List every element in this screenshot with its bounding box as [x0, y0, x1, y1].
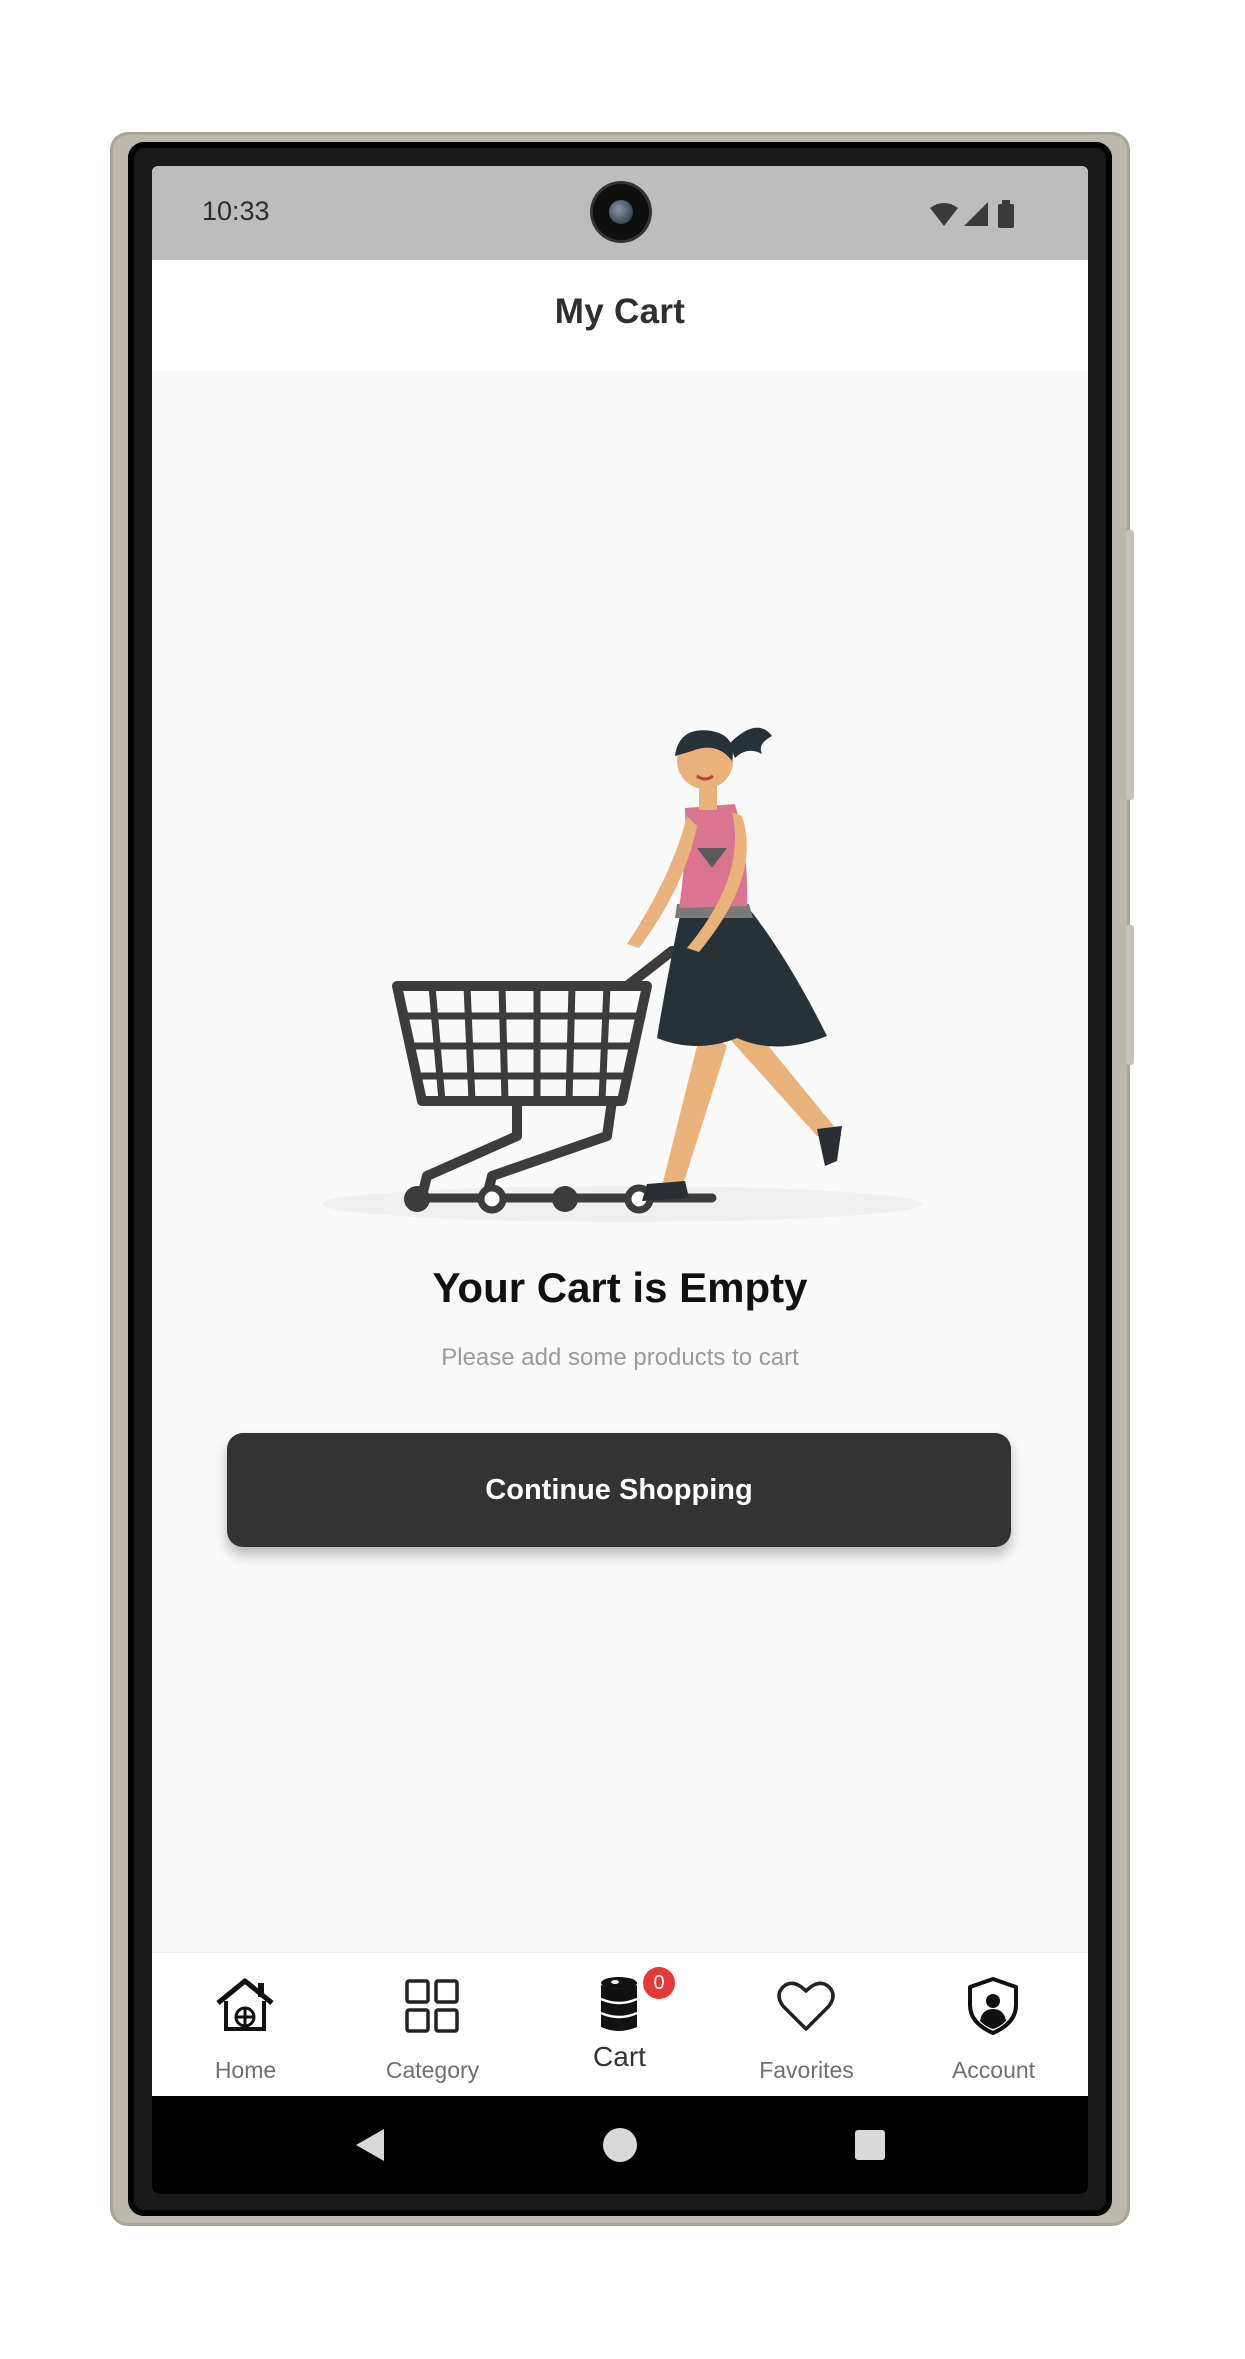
- nav-label-favorites: Favorites: [759, 2057, 854, 2083]
- empty-cart-subtitle: Please add some products to cart: [441, 1344, 799, 1371]
- app-bar: My Cart: [152, 260, 1088, 370]
- empty-cart-title: Your Cart is Empty: [432, 1264, 808, 1311]
- nav-item-home[interactable]: Home: [152, 1953, 339, 2097]
- heart-icon: [777, 1981, 835, 2031]
- status-time: 10:33: [202, 196, 270, 226]
- status-bar: 10:33: [152, 166, 1088, 260]
- system-nav-bar: [152, 2096, 1088, 2194]
- nav-item-favorites[interactable]: Favorites: [713, 1953, 900, 2097]
- screen: 10:33 My Cart Your Cart is Empty Please …: [152, 166, 1088, 2194]
- nav-item-category[interactable]: Category: [339, 1953, 526, 2097]
- power-button: [1126, 925, 1134, 1065]
- back-icon[interactable]: [352, 2126, 388, 2164]
- recents-icon[interactable]: [854, 2129, 886, 2161]
- home-icon: [216, 1978, 274, 2031]
- nav-item-account[interactable]: Account: [900, 1953, 1087, 2097]
- nav-label-account: Account: [951, 2057, 1036, 2083]
- volume-button: [1126, 530, 1134, 800]
- nav-label-category: Category: [385, 2057, 480, 2083]
- nav-label-home: Home: [214, 2057, 277, 2083]
- camera-icon: [593, 184, 649, 240]
- shopping-cart-icon: [392, 946, 717, 1203]
- cart-barrel-icon: [600, 1977, 638, 2031]
- status-icons: [930, 200, 1014, 228]
- empty-cart-illustration: [322, 727, 922, 1222]
- nav-item-cart[interactable]: 0 Cart: [526, 1953, 713, 2097]
- home-circle-icon[interactable]: [601, 2126, 639, 2164]
- grid-icon: [405, 1979, 459, 2033]
- cart-count-badge: 0: [643, 1967, 675, 1999]
- page-title: My Cart: [554, 292, 686, 331]
- battery-icon: [998, 200, 1014, 228]
- bottom-nav: Home Category 0 Cart Favorites Account: [152, 1952, 1088, 2097]
- wifi-icon: [930, 203, 958, 226]
- nav-label-cart: Cart: [593, 2041, 646, 2072]
- shield-user-icon: [968, 1977, 1018, 2035]
- continue-shopping-button[interactable]: Continue Shopping: [227, 1433, 1011, 1547]
- signal-icon: [964, 202, 988, 226]
